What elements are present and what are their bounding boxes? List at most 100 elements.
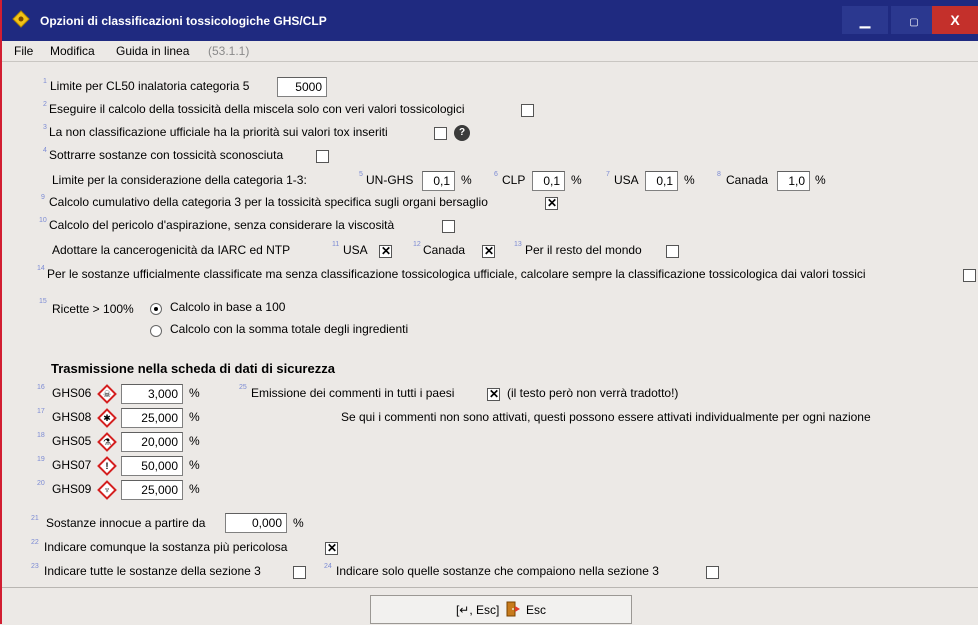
canada-limit-input[interactable]: 1,0 xyxy=(777,171,810,191)
option-number: 1 xyxy=(43,78,47,85)
help-icon[interactable]: ? xyxy=(454,125,470,141)
option-number: 17 xyxy=(37,408,45,415)
aspiration-label: Calcolo del pericolo d'aspirazione, senz… xyxy=(49,218,395,232)
menu-modifica[interactable]: Modifica xyxy=(50,44,95,58)
cumulative-cat3-checkbox[interactable] xyxy=(545,195,558,211)
app-icon xyxy=(12,10,30,28)
maximize-button[interactable]: ▢ xyxy=(891,6,937,34)
minimize-button[interactable]: ▁ xyxy=(842,6,888,34)
ghs08-input[interactable]: 25,000 xyxy=(121,408,183,428)
un-ghs-label: UN-GHS xyxy=(366,173,414,187)
ghs05-input[interactable]: 20,000 xyxy=(121,432,183,452)
iarc-label: Adottare la cancerogenicità da IARC ed N… xyxy=(52,243,291,257)
ghs05-label: GHS05 xyxy=(52,434,92,448)
option-number: 2 xyxy=(43,101,47,108)
exit-door-icon xyxy=(506,601,520,617)
ghs09-input[interactable]: 25,000 xyxy=(121,480,183,500)
usa-limit-input[interactable]: 0,1 xyxy=(645,171,678,191)
most-dangerous-label: Indicare comunque la sostanza più perico… xyxy=(44,540,288,554)
clp-label: CLP xyxy=(502,173,526,187)
esc-button-label: Esc xyxy=(526,603,547,617)
option-number: 6 xyxy=(494,171,498,178)
option-number: 19 xyxy=(37,456,45,463)
calc-base-100-radio[interactable] xyxy=(150,303,162,315)
version-label: (53.1.1) xyxy=(208,44,250,58)
close-icon: X xyxy=(950,12,960,28)
unknown-tox-checkbox[interactable] xyxy=(316,150,329,163)
sds-heading: Trasmissione nella scheda di dati di sic… xyxy=(51,361,335,376)
un-ghs-input[interactable]: 0,1 xyxy=(422,171,455,191)
option-number: 22 xyxy=(31,539,39,546)
iarc-canada-checkbox[interactable] xyxy=(482,243,495,259)
health-hazard-glyph: ✱ xyxy=(103,413,111,423)
option-number: 9 xyxy=(41,194,45,201)
calc-total-radio[interactable] xyxy=(150,325,162,337)
recipes-label: Ricette > 100% xyxy=(52,302,134,316)
option-number: 23 xyxy=(31,563,39,570)
ghs06-input[interactable]: 3,000 xyxy=(121,384,183,404)
minimize-icon: ▁ xyxy=(859,12,871,28)
title-bar: Opzioni di classificazioni tossicologich… xyxy=(2,0,978,41)
corrosion-glyph: ⚗ xyxy=(102,437,112,447)
aspiration-checkbox[interactable] xyxy=(442,220,455,233)
dialog-window: Opzioni di classificazioni tossicologich… xyxy=(0,0,978,624)
option-number: 11 xyxy=(332,241,340,248)
calc-base-100-label: Calcolo in base a 100 xyxy=(170,300,286,314)
option-number: 18 xyxy=(37,432,45,439)
option-number: 25 xyxy=(239,384,247,391)
iarc-usa-checkbox[interactable] xyxy=(379,243,392,259)
menu-guida[interactable]: Guida in linea xyxy=(116,44,189,58)
menu-divider xyxy=(2,61,978,62)
option-number: 24 xyxy=(324,563,332,570)
usa-limit-label: USA xyxy=(614,173,639,187)
most-dangerous-checkbox[interactable] xyxy=(325,540,338,556)
official-priority-label: La non classificazione ufficiale ha la p… xyxy=(49,125,388,139)
option-number: 14 xyxy=(37,265,45,272)
category-limit-label: Limite per la considerazione della categ… xyxy=(52,173,307,187)
only-section3-checkbox[interactable] xyxy=(706,566,719,579)
unit-label: % xyxy=(815,173,826,187)
clp-input[interactable]: 0,1 xyxy=(532,171,565,191)
comments-note: (il testo però non verrà tradotto!) xyxy=(507,386,679,400)
iarc-world-checkbox[interactable] xyxy=(666,245,679,258)
ghs06-label: GHS06 xyxy=(52,386,92,400)
only-section3-label: Indicare solo quelle sostanze che compai… xyxy=(336,564,659,578)
option-number: 8 xyxy=(717,171,721,178)
option-number: 4 xyxy=(43,147,47,154)
skull-glyph: ☠ xyxy=(102,389,112,399)
harmless-input[interactable]: 0,000 xyxy=(225,513,287,533)
ghs07-input[interactable]: 50,000 xyxy=(121,456,183,476)
footer-divider xyxy=(2,587,978,588)
close-button[interactable]: X xyxy=(932,6,978,34)
option-number: 16 xyxy=(37,384,45,391)
comments-checkbox[interactable] xyxy=(487,386,500,402)
option-number: 21 xyxy=(31,515,39,522)
calc-total-label: Calcolo con la somma totale degli ingred… xyxy=(170,322,409,336)
option-number: 7 xyxy=(606,171,610,178)
comments-label: Emissione dei commenti in tutti i paesi xyxy=(251,386,455,400)
official-priority-checkbox[interactable] xyxy=(434,127,447,140)
ghs07-label: GHS07 xyxy=(52,458,92,472)
official-classified-label: Per le sostanze ufficialmente classifica… xyxy=(47,267,866,281)
real-tox-values-checkbox[interactable] xyxy=(521,104,534,117)
option-number: 3 xyxy=(43,124,47,131)
option-number: 20 xyxy=(37,480,45,487)
cumulative-cat3-label: Calcolo cumulativo della categoria 3 per… xyxy=(49,195,488,209)
menu-file[interactable]: File xyxy=(14,44,33,58)
esc-button[interactable]: [↵, Esc] Esc xyxy=(370,595,632,624)
all-section3-checkbox[interactable] xyxy=(293,566,306,579)
ghs08-label: GHS08 xyxy=(52,410,92,424)
official-classified-checkbox[interactable] xyxy=(963,269,976,282)
environment-glyph: ♆ xyxy=(103,485,111,495)
option-number: 10 xyxy=(39,217,47,224)
ghs09-label: GHS09 xyxy=(52,482,92,496)
unit-label: % xyxy=(571,173,582,187)
unit-label: % xyxy=(684,173,695,187)
unit-label: % xyxy=(189,386,200,400)
exclamation-glyph: ! xyxy=(105,461,109,471)
iarc-canada-label: Canada xyxy=(423,243,466,257)
esc-shortcut-label: [↵, Esc] xyxy=(455,603,500,617)
maximize-icon: ▢ xyxy=(909,17,919,28)
real-tox-values-label: Eseguire il calcolo della tossicità dell… xyxy=(49,102,465,116)
cl50-limit-input[interactable]: 5000 xyxy=(277,77,327,97)
